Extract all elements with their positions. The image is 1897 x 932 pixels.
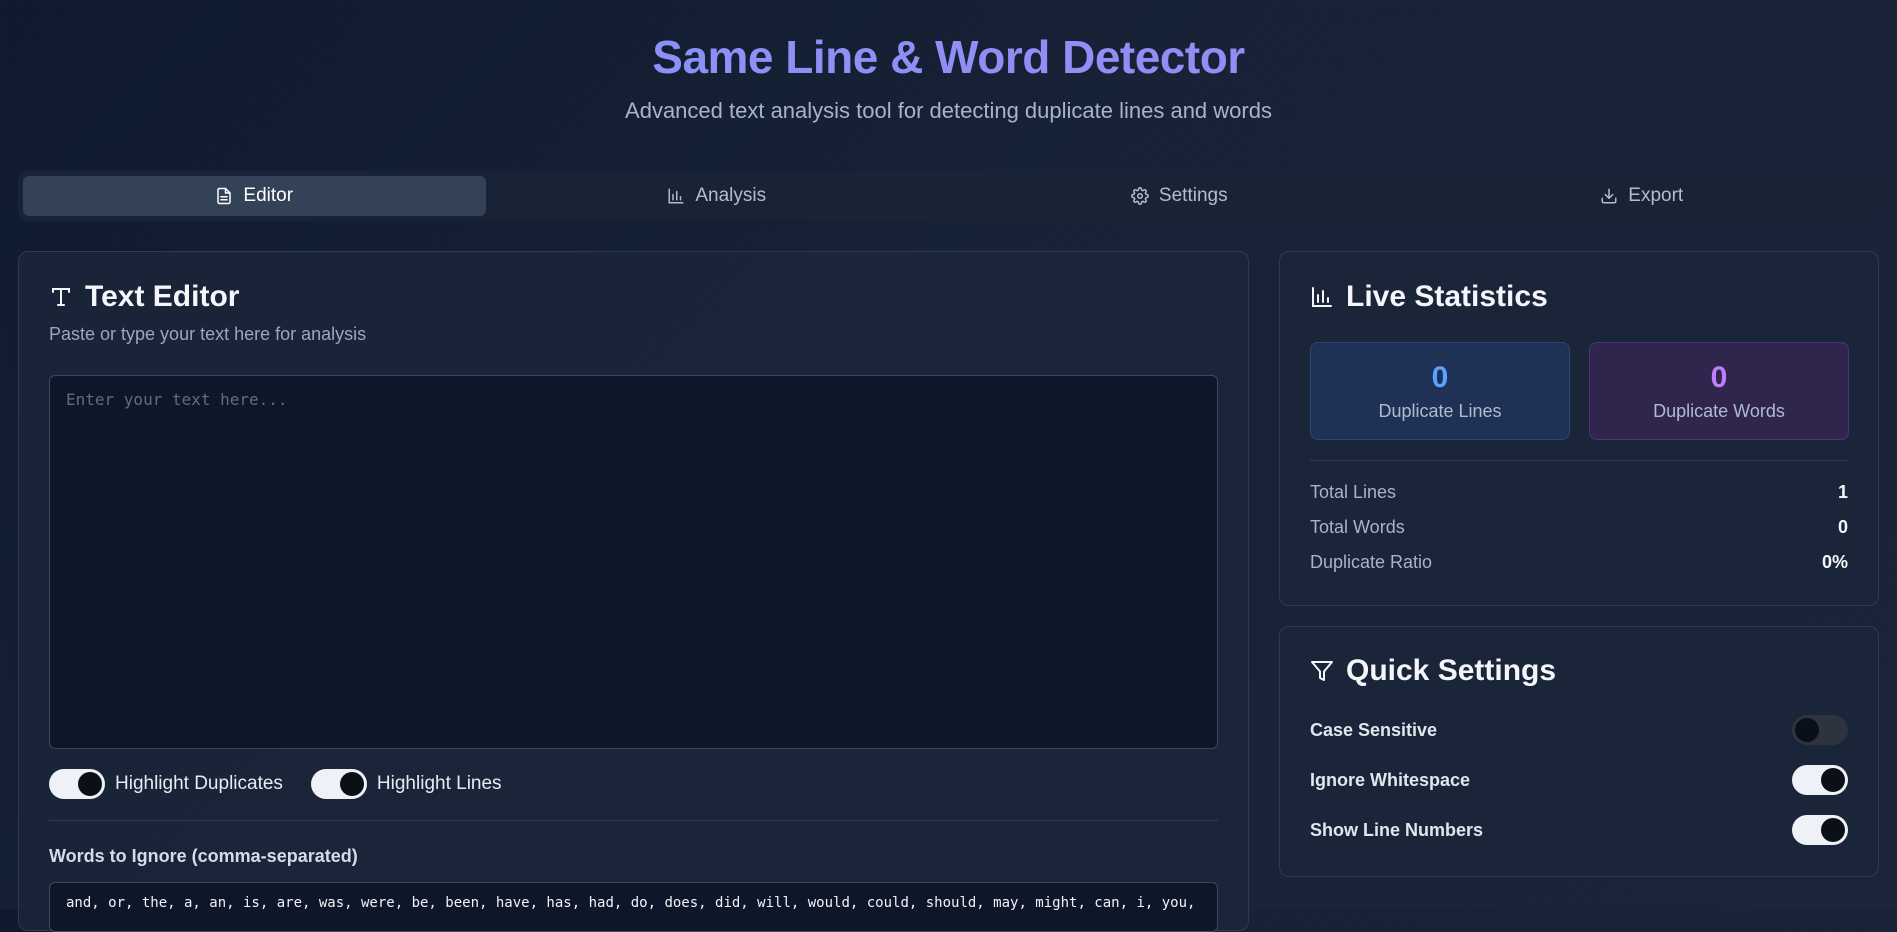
case-sensitive-toggle[interactable] (1792, 715, 1848, 745)
stat-value: 1 (1837, 482, 1848, 502)
highlight-options: Highlight Duplicates Highlight Lines (49, 769, 520, 799)
case-sensitive-label: Case Sensitive (1310, 719, 1438, 740)
highlight-duplicates-toggle[interactable] (49, 769, 105, 799)
tab-label: Export (1628, 185, 1684, 206)
duplicate-lines-stat: 0 Duplicate Lines (1310, 342, 1570, 440)
duplicate-words-label: Duplicate Words (1653, 401, 1785, 421)
ignore-whitespace-label: Ignore Whitespace (1310, 769, 1471, 790)
filter-icon (1311, 661, 1333, 681)
highlight-lines-toggle[interactable] (310, 769, 367, 799)
total-lines-row: Total Lines 1 (1310, 482, 1848, 503)
divider (49, 820, 1218, 821)
live-statistics-title-label: Live Statistics (1346, 280, 1548, 313)
text-editor-title-label: Text Editor (85, 280, 240, 313)
page-header: Same Line & Word Detector Advanced text … (0, 30, 1897, 124)
tab-editor[interactable]: Editor (23, 176, 486, 216)
tab-label: Analysis (695, 185, 767, 206)
show-line-numbers-row: Show Line Numbers (1310, 815, 1848, 845)
ignore-words-label: Words to Ignore (comma-separated) (49, 846, 358, 866)
total-words-row: Total Words 0 (1310, 517, 1848, 538)
bar-chart-icon (668, 188, 684, 204)
quick-settings-card: Quick Settings Case Sensitive Ignore Whi… (1279, 626, 1879, 877)
show-line-numbers-label: Show Line Numbers (1310, 819, 1484, 840)
stat-value: 0% (1821, 552, 1848, 572)
text-input[interactable] (49, 375, 1218, 749)
highlight-duplicates-label: Highlight Duplicates (115, 773, 283, 794)
duplicate-lines-label: Duplicate Lines (1378, 401, 1502, 421)
duplicate-lines-count: 0 (1431, 361, 1449, 394)
gear-icon (1130, 187, 1149, 205)
live-statistics-card: Live Statistics 0 Duplicate Lines 0 Dupl… (1279, 251, 1879, 606)
type-icon (52, 288, 70, 306)
stat-value: 0 (1837, 517, 1848, 537)
highlight-lines-label: Highlight Lines (376, 773, 502, 794)
tab-label: Editor (243, 185, 294, 206)
stat-label: Total Words (1310, 517, 1405, 537)
bar-chart-icon (1312, 287, 1332, 307)
duplicate-words-stat: 0 Duplicate Words (1589, 342, 1849, 440)
file-text-icon (217, 187, 232, 205)
text-editor-title: Text Editor (49, 280, 239, 314)
ignore-whitespace-row: Ignore Whitespace (1310, 765, 1848, 795)
page-subtitle: Advanced text analysis tool for detectin… (625, 98, 1272, 123)
download-icon (1601, 188, 1617, 204)
text-editor-subtitle: Paste or type your text here for analysi… (49, 324, 367, 344)
tab-label: Settings (1158, 185, 1228, 206)
live-statistics-title: Live Statistics (1310, 280, 1548, 314)
case-sensitive-row: Case Sensitive (1310, 715, 1848, 745)
quick-settings-title: Quick Settings (1310, 654, 1556, 688)
ignore-whitespace-toggle[interactable] (1792, 765, 1848, 795)
duplicate-words-count: 0 (1710, 361, 1728, 394)
ignore-words-input[interactable]: and, or, the, a, an, is, are, was, were,… (49, 882, 1218, 932)
text-editor-card: Text Editor Paste or type your text here… (18, 251, 1249, 932)
quick-settings-title-label: Quick Settings (1346, 654, 1557, 687)
duplicate-ratio-row: Duplicate Ratio 0% (1310, 552, 1848, 573)
tab-export[interactable]: Export (1411, 176, 1874, 216)
stat-label: Duplicate Ratio (1310, 552, 1433, 572)
stat-label: Total Lines (1310, 482, 1397, 502)
show-line-numbers-toggle[interactable] (1792, 815, 1848, 845)
tab-analysis[interactable]: Analysis (486, 176, 949, 216)
tab-bar: Editor Analysis Settings Export (18, 171, 1878, 221)
tab-settings[interactable]: Settings (948, 176, 1411, 216)
divider (1310, 460, 1848, 461)
page-title: Same Line & Word Detector (0, 30, 1897, 84)
